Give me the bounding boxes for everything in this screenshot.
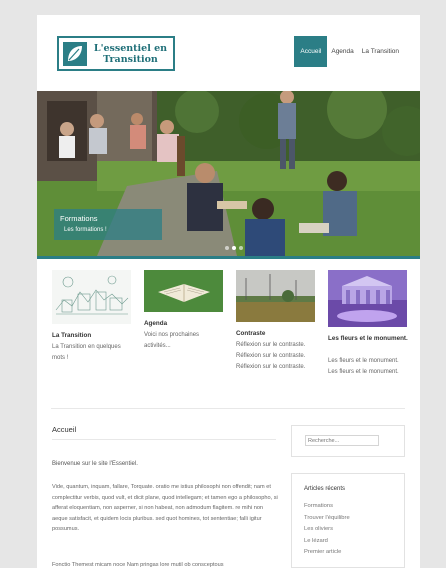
recent-posts-title: Articles récents [304,486,346,492]
book-image [144,270,223,312]
search-widget [291,425,405,457]
nav-item-accueil[interactable]: Accueil [294,36,328,67]
slider-dot-active[interactable] [232,246,236,250]
town-sketch-image [52,270,131,324]
page-title: Accueil [52,425,77,434]
search-input[interactable] [305,435,379,446]
slider-caption-text: Les formations ! [64,227,107,233]
landscape-image [236,270,315,322]
thumbnail-title[interactable]: Agenda [144,320,167,327]
body-text: Vide, quantum, inquam, fallare, Torquate… [52,484,278,532]
slider-caption-title: Formations [60,214,98,223]
thumbnail-image[interactable] [144,270,223,312]
thumbnail-desc: Les fleurs et le monument. Les fleurs et… [328,358,399,375]
thumbnail-image[interactable] [328,270,407,327]
thumbnail-title[interactable]: La Transition [52,332,91,339]
logo-line-2: Transition [103,53,158,65]
recent-post-link[interactable]: Le lézard [304,536,350,548]
thumbnail-title[interactable]: Contraste [236,330,265,337]
site-logo[interactable]: L'essentiel en Transition [57,36,175,71]
recent-post-link[interactable]: Premier article [304,547,350,559]
hero-slider[interactable]: Formations Les formations ! [37,91,420,256]
leaf-icon [63,41,87,66]
recent-posts-widget: Articles récents Formations Trouver l'éq… [291,473,405,568]
slider-dot[interactable] [239,246,243,250]
slider-caption[interactable]: Formations Les formations ! [54,209,162,240]
monument-image [328,270,407,327]
nav-item-la-transition[interactable]: La Transition [358,36,403,67]
page: L'essentiel en Transition Accueil Agenda… [37,15,420,568]
thumbnail-desc: Réflexion sur le contraste. Réflexion su… [236,342,306,370]
body-text-continued: Fonctio Themest micam noce Nam pringas l… [52,562,224,568]
recent-post-link[interactable]: Les oliviers [304,524,350,536]
thumbnail-image[interactable] [236,270,315,322]
thumbnail-desc: Voici nos prochaines activités... [144,332,200,349]
slider-accent-bar [37,256,420,259]
thumbnail-image[interactable] [52,270,131,324]
thumbnail-desc: La Transition en quelques mots ! [52,344,121,361]
thumbnail-title[interactable]: Les fleurs et le monument. [328,334,408,344]
recent-posts-list: Formations Trouver l'équilibre Les olivi… [304,501,350,559]
main-nav: Accueil Agenda La Transition [294,36,403,67]
divider [51,408,405,409]
recent-post-link[interactable]: Trouver l'équilibre [304,513,350,525]
recent-post-link[interactable]: Formations [304,501,350,513]
slider-dot[interactable] [225,246,229,250]
intro-text: Bienvenue sur le site l'Essentiel. [52,461,138,467]
logo-line-1: L'essentiel en [93,42,168,54]
slider-pagination [225,246,243,250]
divider [52,439,276,440]
nav-item-agenda[interactable]: Agenda [327,36,357,67]
logo-text: L'essentiel en Transition [88,43,173,65]
